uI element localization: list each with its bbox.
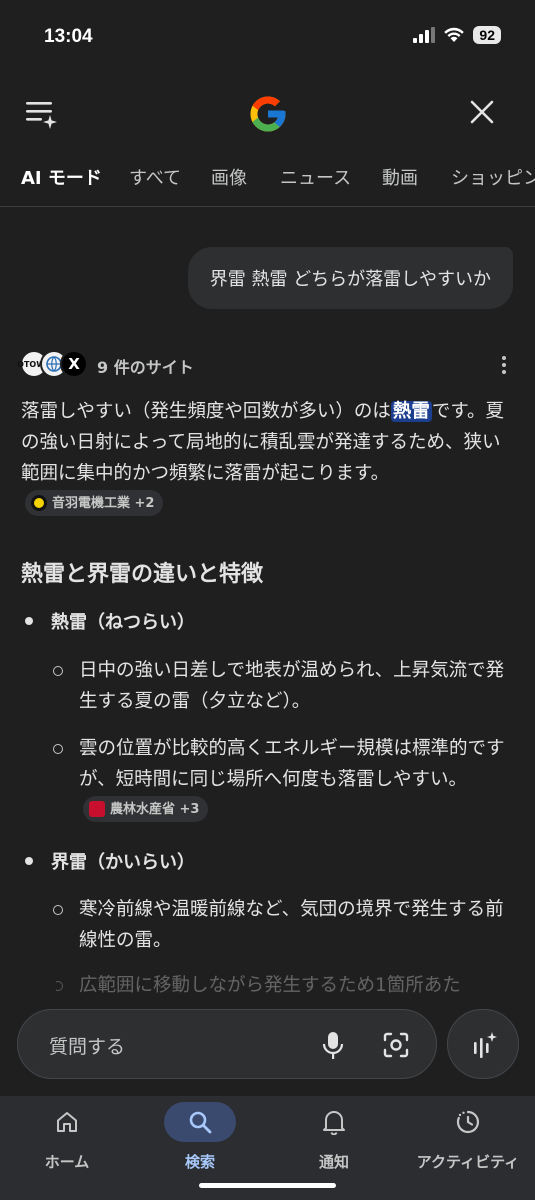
activity-icon [456, 1110, 480, 1134]
sub-list-item: 広範囲に移動しながら発生するため1箇所あた [56, 970, 511, 1001]
sub-list-item: 寒冷前線や温暖前線など、気団の境界で発生する前線性の雷。 [53, 894, 511, 956]
home-indicator [199, 1183, 336, 1188]
otowa-icon [31, 495, 47, 511]
sub-list-text: 寒冷前線や温暖前線など、気団の境界で発生する前線性の雷。 [79, 899, 504, 951]
nav-search[interactable]: 検索 [133, 1096, 267, 1186]
nav-home[interactable]: ホーム [0, 1096, 134, 1186]
circle-bullet-icon [53, 905, 63, 915]
bullet-icon [25, 617, 33, 625]
query-text: 界雷 熱雷 どちらが落雷しやすいか [209, 269, 491, 290]
nav-activity[interactable]: アクティビティ [401, 1096, 535, 1186]
list-item-heading: 熱雷（ねつらい） [21, 608, 195, 634]
status-bar: 13:04 92 [0, 0, 535, 76]
citation-label: 農林水産省 +3 [110, 801, 200, 817]
ask-input[interactable]: 質問する [49, 1032, 125, 1059]
google-g-icon[interactable] [247, 93, 289, 135]
search-tabs: AI モード すべて 画像 ニュース 動画 ショッピング [0, 164, 535, 206]
sparkle-bars-icon [474, 1032, 497, 1058]
mic-icon[interactable] [321, 1030, 345, 1060]
citation-chip[interactable]: 農林水産省 +3 [83, 796, 209, 822]
sources-count-label[interactable]: 9 件のサイト [97, 354, 194, 378]
sub-list-text-content: 雲の位置が比較的高くエネルギー規模は標準的ですが、短時間に同じ場所へ何度も落雷し… [79, 738, 505, 790]
signal-icon [413, 27, 436, 43]
battery-indicator: 92 [473, 26, 501, 44]
nav-search-label: 検索 [184, 1153, 215, 1171]
tab-images[interactable]: 画像 [211, 164, 247, 190]
sub-list-item: 日中の強い日差しで地表が温められ、上昇気流で発生する夏の雷（夕立など）。 [53, 655, 511, 717]
citation-chip[interactable]: 音羽電機工業 +2 [25, 490, 164, 516]
tab-ai-mode[interactable]: AI モード [21, 164, 102, 190]
status-icons: 92 [413, 26, 501, 44]
answer-text: 落雷しやすい（発生頻度や回数が多い）のは [21, 401, 391, 422]
maff-icon [89, 801, 105, 817]
tab-videos[interactable]: 動画 [382, 164, 418, 190]
tab-shopping[interactable]: ショッピング [451, 164, 535, 190]
bullet-icon [25, 857, 33, 865]
circle-bullet-icon [53, 744, 63, 754]
top-bar [0, 86, 535, 140]
sources-row[interactable]: OTOWA X 9 件のサイト [17, 348, 515, 384]
answer-paragraph: 落雷しやすい（発生頻度や回数が多い）のは 熱雷 です。夏の強い日射によって局地的に積… [21, 396, 515, 520]
wifi-icon [444, 27, 465, 42]
sub-list-text: 広範囲に移動しながら発生するため1箇所あた [79, 975, 461, 996]
tab-all[interactable]: すべて [129, 164, 181, 190]
nav-notifications[interactable]: 通知 [267, 1096, 401, 1186]
section-heading: 熱雷と界雷の違いと特徴 [21, 562, 264, 587]
home-icon [57, 1112, 77, 1132]
more-vert-icon[interactable] [499, 354, 509, 376]
status-time: 13:04 [44, 26, 93, 47]
sub-list-text: 雲の位置が比較的高くエネルギー規模は標準的ですが、短時間に同じ場所へ何度も落雷し… [79, 733, 511, 826]
citation-label: 音羽電機工業 +2 [52, 495, 155, 511]
sub-list-item: 雲の位置が比較的高くエネルギー規模は標準的ですが、短時間に同じ場所へ何度も落雷し… [53, 733, 511, 826]
tab-news[interactable]: ニュース [280, 164, 351, 190]
lens-camera-icon[interactable] [382, 1031, 410, 1059]
user-query-bubble: 界雷 熱雷 どちらが落雷しやすいか [187, 247, 513, 309]
nav-notifications-label: 通知 [318, 1153, 349, 1171]
bell-icon [323, 1111, 345, 1135]
source-favicons: OTOWA X [17, 350, 90, 382]
circle-bullet-icon [56, 981, 63, 991]
close-icon[interactable] [467, 97, 497, 127]
list-item-heading: 界雷（かいらい） [21, 848, 195, 874]
menu-sparkle-icon[interactable] [24, 96, 58, 130]
circle-bullet-icon [53, 666, 63, 676]
divider [0, 206, 535, 207]
list-item-label: 熱雷（ねつらい） [51, 612, 195, 633]
list-item-label: 界雷（かいらい） [51, 852, 195, 873]
ai-mode-button[interactable] [447, 1009, 519, 1079]
nav-activity-label: アクティビティ [416, 1153, 520, 1171]
search-icon [189, 1111, 212, 1134]
ask-input-bar[interactable]: 質問する [17, 1009, 437, 1079]
highlight-term: 熱雷 [390, 401, 432, 422]
sub-list-text: 日中の強い日差しで地表が温められ、上昇気流で発生する夏の雷（夕立など）。 [79, 660, 505, 712]
nav-home-label: ホーム [44, 1153, 90, 1171]
x-favicon: X [60, 350, 88, 378]
